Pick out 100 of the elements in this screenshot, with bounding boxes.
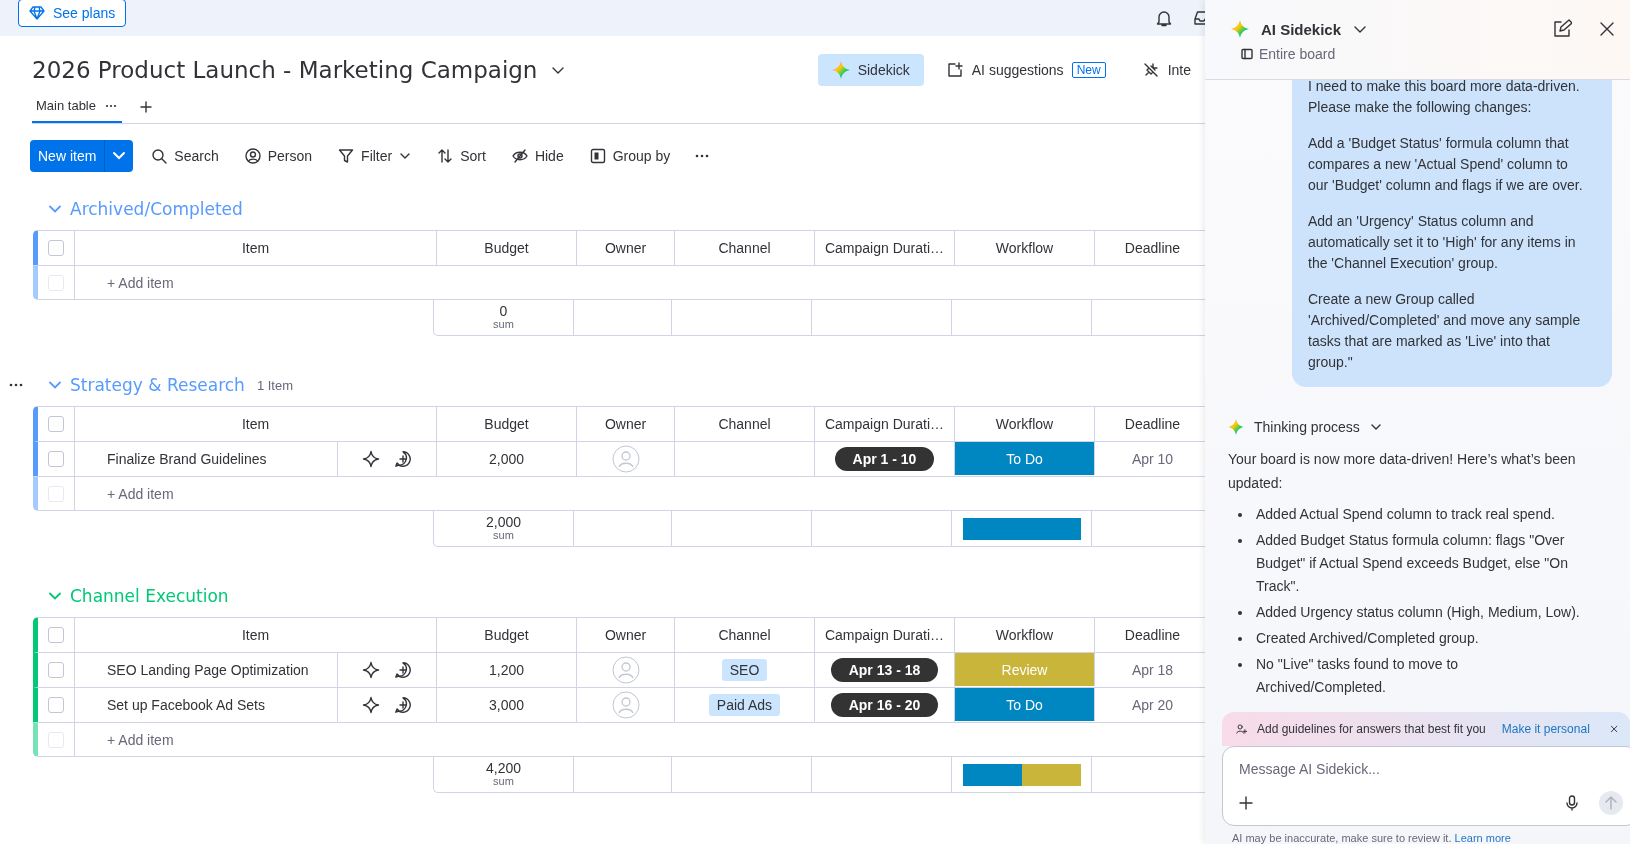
bullet-icon <box>1238 663 1242 667</box>
sort-button[interactable]: Sort <box>429 140 494 172</box>
checkbox[interactable] <box>48 662 64 678</box>
column-header[interactable]: Item <box>75 618 437 652</box>
checkbox[interactable] <box>48 627 64 643</box>
close-icon[interactable] <box>1598 20 1616 38</box>
channel-tag[interactable]: SEO <box>721 659 768 681</box>
filter-button[interactable]: Filter <box>330 140 420 172</box>
plus-icon[interactable] <box>1239 796 1253 810</box>
close-icon[interactable] <box>1609 723 1618 735</box>
column-header[interactable]: Workflow <box>955 407 1095 441</box>
column-header[interactable]: Channel <box>675 618 815 652</box>
sparkle-outline-icon[interactable] <box>362 696 380 714</box>
microphone-icon[interactable] <box>1565 795 1579 811</box>
edit-icon[interactable] <box>1552 19 1572 39</box>
column-header[interactable]: Budget <box>437 231 577 265</box>
deadline-cell-text: Apr 20 <box>1130 696 1175 715</box>
checkbox[interactable] <box>48 451 64 467</box>
message-text: I need to make this board more data-driven. Please make the following changes: <box>1308 80 1581 117</box>
column-header[interactable]: Deadline <box>1095 231 1205 265</box>
sparkle-outline-icon[interactable] <box>362 661 380 679</box>
reply-text: Your board is now more data-driven! Here’s what’s been updated: <box>1228 450 1577 493</box>
column-header[interactable]: Owner <box>577 231 675 265</box>
deadline-cell-text: Apr 18 <box>1130 661 1175 680</box>
reply-point: Added Urgency status column (High, Medium, Low). <box>1256 603 1580 622</box>
sparkle-outline-icon[interactable] <box>362 450 380 468</box>
item-name[interactable]: Finalize Brand Guidelines <box>75 442 338 476</box>
integrate-button[interactable]: Inte <box>1127 54 1205 86</box>
bullet-icon <box>1238 637 1242 641</box>
message-input[interactable]: Message AI Sidekick... <box>1239 759 1597 779</box>
board-icon <box>1241 48 1253 60</box>
message-text: Add an 'Urgency' Status column and automatically set it to 'High' for any items in the 'Channel Execution' group. <box>1308 212 1577 273</box>
column-header[interactable]: Item <box>75 407 437 441</box>
sum-label: sum <box>493 530 514 542</box>
column-header[interactable]: Campaign Durati… <box>815 618 955 652</box>
scope-selector[interactable]: Entire board <box>1241 46 1336 62</box>
new-badge: New <box>1071 62 1106 78</box>
channel-tag[interactable]: Paid Ads <box>708 694 781 716</box>
budget-cell: 2,000 <box>437 442 577 476</box>
column-header[interactable]: Channel <box>675 407 815 441</box>
sum-label: sum <box>493 776 514 788</box>
budget-cell: 1,200 <box>437 653 577 687</box>
column-header[interactable]: Budget <box>437 407 577 441</box>
search-icon <box>151 148 168 164</box>
item-name[interactable]: SEO Landing Page Optimization <box>75 653 338 687</box>
duration-pill[interactable]: Apr 16 - 20 <box>830 693 939 717</box>
bullet-icon <box>1238 539 1242 543</box>
sum-label: sum <box>493 319 514 331</box>
checkbox[interactable] <box>48 240 64 256</box>
sum-value: 4,200 <box>485 761 521 777</box>
checkbox[interactable] <box>48 697 64 713</box>
eye-slash-icon <box>511 148 528 164</box>
column-header[interactable]: Workflow <box>955 231 1095 265</box>
filter-icon <box>338 148 355 164</box>
column-header[interactable]: Owner <box>577 618 675 652</box>
person-icon <box>244 148 261 164</box>
sum-value: 2,000 <box>485 515 521 531</box>
view-tab[interactable]: Main table <box>32 90 122 123</box>
duration-pill[interactable]: Apr 13 - 18 <box>830 658 939 682</box>
column-header[interactable]: Campaign Durati… <box>815 407 955 441</box>
group-button[interactable]: Group by <box>581 140 679 172</box>
deadline-cell-text: Apr 10 <box>1130 450 1175 469</box>
see-plans-button[interactable]: See plans <box>18 0 127 27</box>
reply-point: Added Actual Spend column to track real spend. <box>1256 505 1555 524</box>
column-header[interactable]: Budget <box>437 618 577 652</box>
column-header[interactable]: Item <box>75 231 437 265</box>
reply-point: Added Budget Status formula column: flags "Over Budget" if Actual Spend exceeds Budget, else "On Track". <box>1256 531 1569 596</box>
thinking-toggle[interactable]: Thinking process <box>1254 419 1360 435</box>
reply-point: No "Live" tasks found to move to Archived/Completed. <box>1256 655 1460 697</box>
status-label[interactable]: To Do <box>955 688 1095 721</box>
sort-icon <box>437 148 454 164</box>
diamond-icon <box>29 6 45 20</box>
column-header[interactable]: Deadline <box>1095 407 1205 441</box>
sparkle-icon <box>1231 20 1249 38</box>
make-it-personal-link[interactable]: Make it personal <box>1501 722 1590 736</box>
person-add-icon <box>1236 721 1247 737</box>
hide-button[interactable]: Hide <box>503 140 572 172</box>
checkbox[interactable] <box>48 416 64 432</box>
column-header[interactable]: Owner <box>577 407 675 441</box>
disclaimer-text: AI may be inaccurate, make sure to review it. Learn more <box>1232 832 1512 844</box>
sidekick-button[interactable]: Sidekick <box>817 54 924 86</box>
item-count: 1 Item <box>256 377 293 393</box>
new-item-button[interactable]: New item <box>30 140 134 172</box>
column-header[interactable]: Deadline <box>1095 618 1205 652</box>
add-view-icon[interactable] <box>140 100 152 113</box>
column-header[interactable]: Channel <box>675 231 815 265</box>
message-text: Add a 'Budget Status' formula column that compares a new 'Actual Spend' column to our 'Budget' column and flags if we are over. <box>1308 134 1584 195</box>
panel-title[interactable]: AI Sidekick <box>1261 20 1342 38</box>
suggestions-icon <box>945 61 964 79</box>
status-label[interactable]: To Do <box>955 442 1095 475</box>
bell-icon[interactable] <box>1155 9 1173 27</box>
search-button[interactable]: Search <box>143 140 227 172</box>
duration-pill[interactable]: Apr 1 - 10 <box>834 447 935 471</box>
column-header[interactable]: Workflow <box>955 618 1095 652</box>
learn-more-link[interactable]: Learn more <box>1454 832 1511 844</box>
item-name[interactable]: Set up Facebook Ad Sets <box>75 688 338 722</box>
group-icon <box>589 148 606 164</box>
column-header[interactable]: Campaign Durati… <box>815 231 955 265</box>
ai-suggestions-button[interactable]: AI suggestions New <box>931 54 1120 86</box>
person-button[interactable]: Person <box>236 140 321 172</box>
